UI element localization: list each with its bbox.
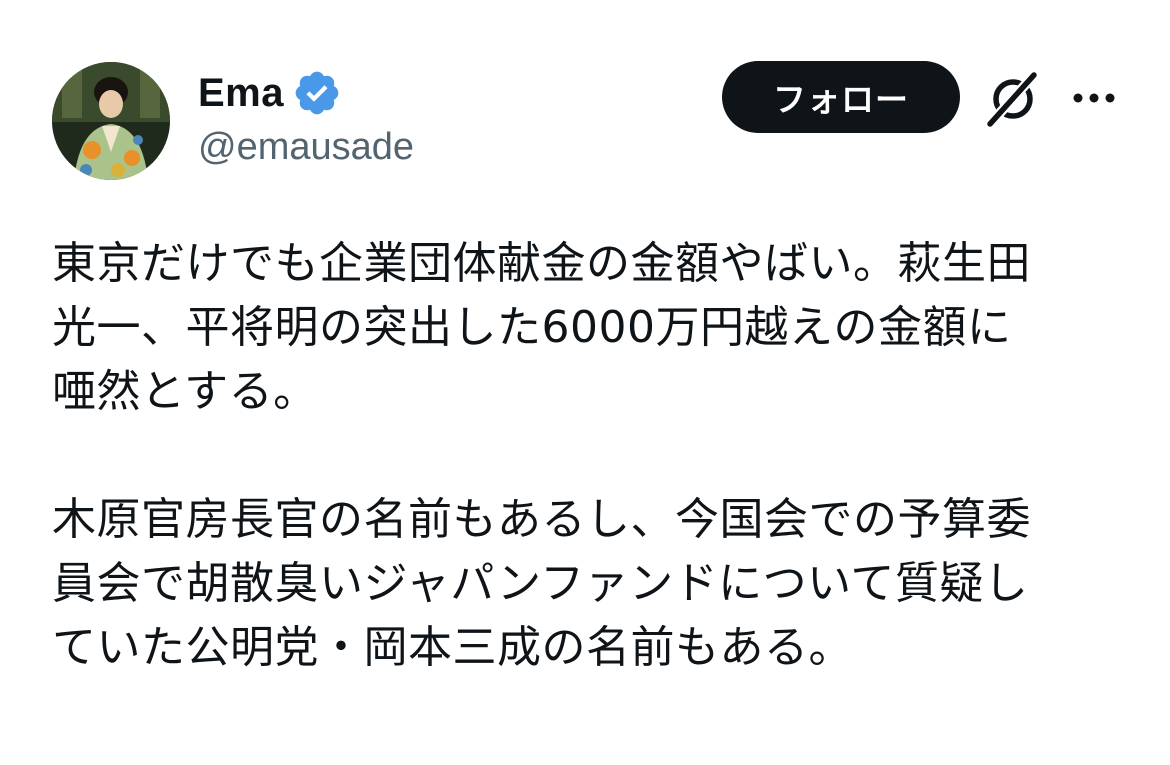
follow-button[interactable]: フォロー (722, 61, 960, 133)
tweet-text-line: 員会で胡散臭いジャパンファンドについて質疑し (52, 558, 1029, 609)
tweet-text: 東京だけでも企業団体献金の金額やばい。萩生田 光一、平将明の突出した6000万円… (52, 232, 1132, 680)
tweet-text-line: 東京だけでも企業団体献金の金額やばい。萩生田 (52, 238, 1031, 289)
tweet-paragraph: 木原官房長官の名前もあるし、今国会での予算委 員会で胡散臭いジャパンファンドにつ… (52, 488, 1132, 680)
tweet-text-line: ていた公明党・岡本三成の名前もある。 (52, 622, 853, 673)
author-handle[interactable]: @emausade (198, 126, 414, 169)
author-display-name[interactable]: Ema (198, 71, 284, 116)
verified-badge-icon (295, 71, 339, 115)
avatar[interactable] (52, 62, 170, 180)
tweet: Ema @emausade フォロー 東京だけでも企業団体献金の金額やばい。萩生… (0, 0, 1170, 765)
more-dots-icon[interactable] (1070, 90, 1118, 106)
author-name-row: Ema (198, 66, 342, 120)
tweet-text-line: 光一、平将明の突出した6000万円越えの金額に (52, 302, 1012, 353)
tweet-paragraph: 東京だけでも企業団体献金の金額やばい。萩生田 光一、平将明の突出した6000万円… (52, 232, 1132, 424)
tweet-text-line: 唖然とする。 (52, 366, 318, 417)
avatar-image (52, 62, 170, 180)
grok-slash-icon[interactable] (984, 70, 1042, 128)
tweet-text-line: 木原官房長官の名前もあるし、今国会での予算委 (52, 494, 1031, 545)
